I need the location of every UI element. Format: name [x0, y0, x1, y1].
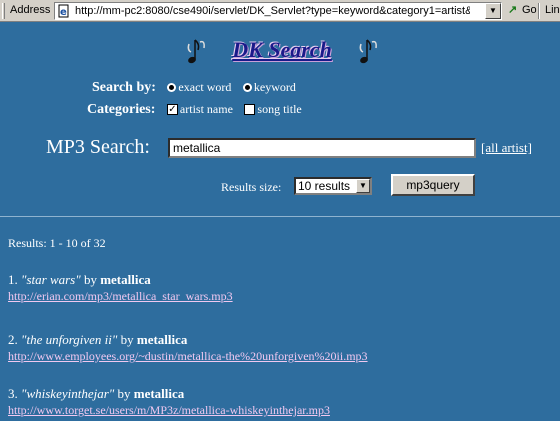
go-label: Go [522, 4, 537, 16]
search-input[interactable]: metallica [168, 138, 476, 158]
address-input[interactable]: e http://mm-pc2:8080/cse490i/servlet/DK_… [54, 2, 502, 20]
results-size-label: Results size: [221, 180, 282, 194]
results-size-select[interactable]: 10 results ▼ [294, 177, 372, 195]
go-button[interactable]: ↗ Go [508, 3, 537, 16]
radio-exact-word[interactable] [167, 83, 177, 93]
artist-name: metallica [100, 272, 151, 287]
divider [0, 216, 560, 217]
chevron-down-icon: ▼ [356, 179, 370, 193]
by-text: by [120, 332, 134, 347]
header: DK Search [0, 34, 560, 68]
radio-keyword-label: keyword [253, 80, 296, 94]
checkbox-artist-name-label: artist name [179, 102, 233, 116]
checkbox-artist-name[interactable]: ✓ [166, 104, 178, 116]
checkbox-song-title-label: song title [257, 102, 302, 116]
result-number: 1. [8, 272, 18, 287]
go-arrow-icon: ↗ [508, 4, 518, 16]
song-title: "star wars" [21, 272, 81, 287]
categories-label: Categories: [87, 102, 156, 117]
search-by-label: Search by: [92, 80, 156, 95]
result-number: 2. [8, 332, 18, 347]
page-icon: e [58, 4, 69, 18]
list-item: 3. "whiskeyinthejar" by metallica http:/… [8, 386, 330, 418]
results-size-value: 10 results [298, 179, 351, 193]
results-summary: Results: 1 - 10 of 32 [8, 236, 106, 250]
chevron-down-icon[interactable]: ▼ [485, 3, 501, 19]
by-text: by [117, 386, 131, 401]
music-note-icon [187, 39, 205, 64]
svg-text:e: e [60, 7, 67, 18]
links-label[interactable]: Lin [545, 4, 560, 16]
mp3-search-label: MP3 Search: [46, 136, 150, 158]
mp3-link[interactable]: http://erian.com/mp3/metallica_star_wars… [8, 289, 233, 304]
song-title: "the unforgiven ii" [21, 332, 118, 347]
address-label: Address [10, 4, 51, 16]
music-note-icon [359, 39, 377, 64]
mp3query-button[interactable]: mp3query [391, 174, 475, 196]
artist-name: metallica [133, 386, 185, 401]
page-title: DK Search [232, 37, 332, 62]
artist-name: metallica [136, 332, 188, 347]
mp3-link[interactable]: http://www.employees.org/~dustin/metalli… [8, 349, 368, 364]
url-text: http://mm-pc2:8080/cse490i/servlet/DK_Se… [75, 5, 470, 17]
result-number: 3. [8, 386, 18, 401]
all-artist-link[interactable]: [all artist] [481, 140, 532, 156]
list-item: 1. "star wars" by metallica http://erian… [8, 272, 233, 304]
toolbar-grip[interactable] [2, 3, 5, 19]
address-bar: Address e http://mm-pc2:8080/cse490i/ser… [0, 0, 560, 22]
radio-exact-word-label: exact word [178, 80, 232, 94]
checkbox-song-title[interactable] [244, 104, 256, 116]
song-title: "whiskeyinthejar" [21, 386, 115, 401]
list-item: 2. "the unforgiven ii" by metallica http… [8, 332, 368, 364]
radio-keyword[interactable] [242, 83, 252, 93]
search-by-row: Search by: exact word keyword [92, 80, 296, 96]
toolbar-separator [538, 3, 540, 19]
categories-row: Categories: ✓ artist name song title [87, 102, 302, 118]
by-text: by [83, 272, 97, 287]
mp3-link[interactable]: http://www.torget.se/users/m/MP3z/metall… [8, 403, 330, 418]
